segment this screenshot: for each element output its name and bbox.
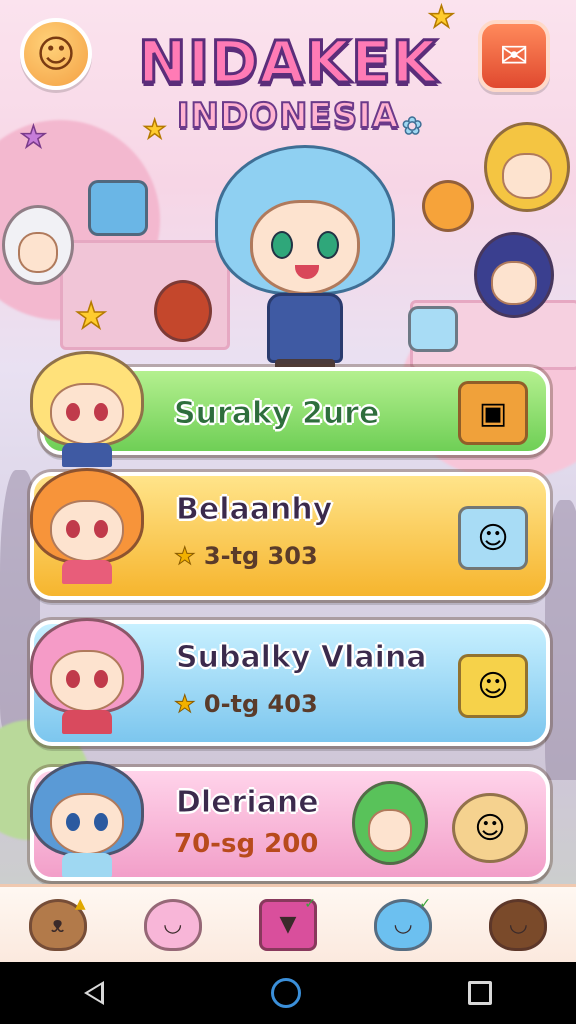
blonde-girl-avatar [22,351,152,471]
card-stat: ★ 0-tg 403 [174,690,318,719]
blonde-cat-character [484,122,570,212]
green-haired-character [352,781,428,865]
card-name: Dleriane [176,785,320,821]
game-subtitle: INDONESIA [176,95,400,137]
cookie-icon: ☺ [452,793,528,863]
arrow-badge-icon: ▲ [74,895,86,912]
white-haired-character [2,205,74,285]
game-title: NIDAKEK [137,27,439,98]
treasure-chest-icon: ▣ [458,381,528,445]
pink-haired-avatar [22,618,152,738]
book-icon: ☺ [458,506,528,570]
character-card-2[interactable]: Belaanhy ★ 3-tg 303 ☺ [30,468,550,600]
teddy-bear-icon [154,280,212,342]
star-icon: ★ [427,0,455,36]
system-navigation-bar [0,962,576,1024]
star-icon: ★ [142,114,167,146]
character-card-1[interactable]: Suraky 2ure ▣ [30,351,550,467]
star-icon: ✿ [401,111,423,141]
hero-character [205,145,405,390]
card-stat: ★ 3-tg 303 [174,542,318,571]
back-icon[interactable] [83,981,104,1005]
star-icon: ★ [74,295,108,338]
card-name: Belaanhy [175,492,333,528]
character-card-4[interactable]: Dleriane 70-sg 200 ☺ [30,761,550,881]
card-stat: 70-sg 200 [174,829,319,859]
blue-cube-icon [408,306,458,352]
star-icon: ★ [174,542,196,571]
recent-apps-icon[interactable] [468,981,493,1005]
nav-profile-button[interactable]: ◡ [484,894,552,956]
card-name: Suraky 2ure [173,396,380,432]
check-badge-icon: ✓ [419,895,432,912]
nav-bear-button[interactable]: ᴥ ▲ [24,894,92,956]
nav-gift-button[interactable]: ▼ ✓ [254,894,322,956]
blue-haired-avatar [22,761,152,881]
orange-chick-icon [422,180,474,232]
character-card-3[interactable]: Subalky Vlaina ★ 0-tg 403 ☺ [30,618,550,746]
navy-haired-character [474,232,554,318]
nav-blob-button[interactable]: ◡ [139,894,207,956]
pink-blob-icon: ◡ [143,898,202,951]
boy-avatar-icon: ◡ [489,898,548,951]
orange-haired-avatar [22,468,152,588]
star-icon: ★ [174,690,196,719]
check-badge-icon: ✓ [304,895,316,912]
home-icon[interactable] [270,978,301,1008]
nav-slime-button[interactable]: ◡ ✓ [369,894,437,956]
bottom-nav: ᴥ ▲ ◡ ▼ ✓ ◡ ✓ ◡ [0,884,576,962]
blue-box-icon [88,180,148,236]
gift-box-icon: ☺ [458,654,528,718]
star-icon: ★ [19,119,47,156]
card-name: Subalky Vlaina [176,640,428,676]
